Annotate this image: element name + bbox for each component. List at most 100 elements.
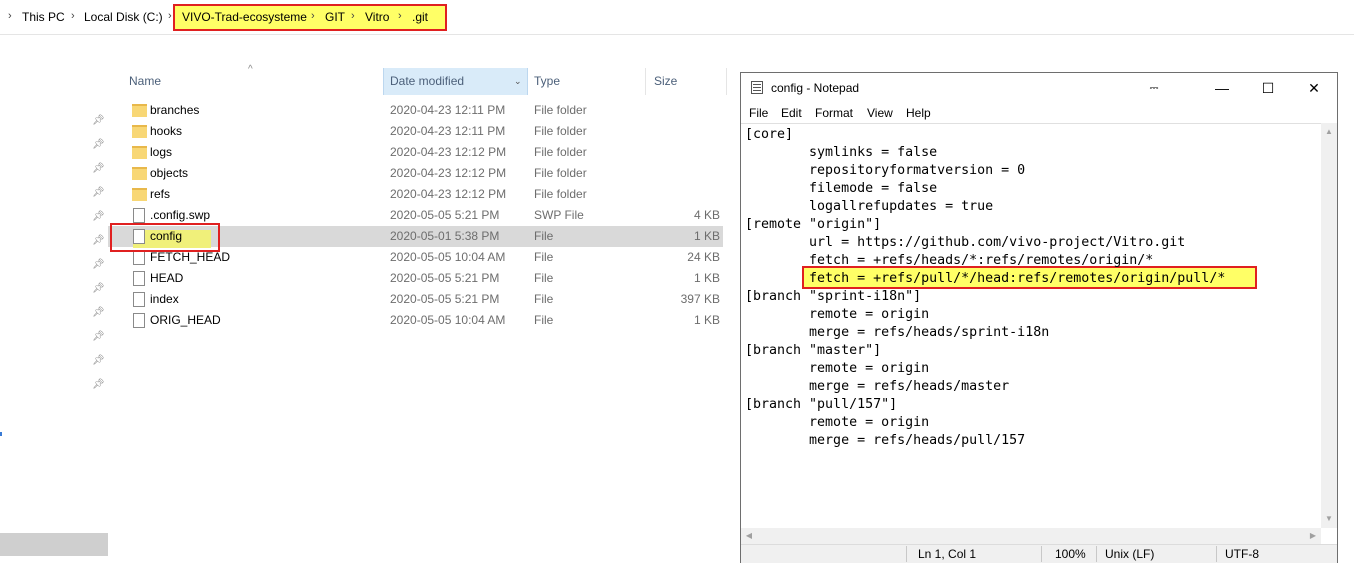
pin-icon[interactable]: 📌︎: [92, 331, 105, 343]
pin-icon[interactable]: 📌︎: [92, 379, 105, 391]
file-type: File folder: [534, 145, 587, 159]
file-row[interactable]: hooks 2020-04-23 12:11 PM File folder: [108, 121, 738, 142]
pin-icon[interactable]: 📌︎: [92, 307, 105, 319]
pin-icon[interactable]: 📌︎: [92, 259, 105, 271]
file-name: index: [150, 292, 179, 306]
nav-selected-item[interactable]: [0, 533, 108, 556]
file-row[interactable]: refs 2020-04-23 12:12 PM File folder: [108, 184, 738, 205]
menu-edit[interactable]: Edit: [781, 106, 802, 120]
file-name: branches: [150, 103, 200, 117]
pin-icon[interactable]: 📌︎: [92, 211, 105, 223]
column-header-date[interactable]: Date modified ⌄: [383, 68, 528, 95]
file-row[interactable]: objects 2020-04-23 12:12 PM File folder: [108, 163, 738, 184]
column-header-type[interactable]: Type: [534, 68, 644, 95]
file-name: .config.swp: [150, 208, 211, 222]
file-type: File folder: [534, 103, 587, 117]
menu-format[interactable]: Format: [815, 106, 853, 120]
pin-icon[interactable]: 📌︎: [92, 187, 105, 199]
breadcrumb-vivo-trad-ecosysteme[interactable]: VIVO-Trad-ecosysteme: [182, 10, 307, 24]
config-highlight-box: [110, 223, 220, 252]
notepad-statusbar: Ln 1, Col 1 100% Unix (LF) UTF-8: [741, 544, 1337, 563]
file-type: File: [534, 229, 554, 243]
file-size: 4 KB: [693, 208, 720, 222]
notepad-window[interactable]: config - Notepad ⎓ — ☐ ✕ File Edit Forma…: [740, 72, 1338, 563]
pin-icon[interactable]: 📌︎: [92, 235, 105, 247]
menu-help[interactable]: Help: [906, 106, 931, 120]
keyboard-layout-icon[interactable]: ⎓: [1131, 73, 1177, 103]
scroll-right-icon[interactable]: ▶: [1305, 529, 1321, 543]
column-header-size[interactable]: Size: [654, 68, 724, 95]
pin-icon[interactable]: 📌︎: [92, 163, 105, 175]
breadcrumb-git-folder[interactable]: .git: [412, 10, 428, 24]
status-divider: [1041, 546, 1042, 562]
folder-icon: [132, 125, 147, 138]
horizontal-scrollbar[interactable]: ◀ ▶: [741, 528, 1321, 544]
file-date: 2020-05-05 5:21 PM: [390, 292, 500, 306]
column-divider[interactable]: [645, 68, 646, 95]
breadcrumb-git[interactable]: GIT: [325, 10, 345, 24]
pin-icon[interactable]: 📌︎: [92, 283, 105, 295]
chevron-down-icon[interactable]: ⌄: [514, 68, 522, 95]
file-row[interactable]: HEAD 2020-05-05 5:21 PM File 1 KB: [108, 268, 738, 289]
notepad-titlebar[interactable]: config - Notepad ⎓ — ☐ ✕: [741, 73, 1337, 103]
menu-view[interactable]: View: [867, 106, 893, 120]
breadcrumb-vitro[interactable]: Vitro: [365, 10, 389, 24]
folder-icon: [132, 167, 147, 180]
notepad-text-content[interactable]: [core] symlinks = false repositoryformat…: [745, 126, 1225, 450]
file-row[interactable]: branches 2020-04-23 12:11 PM File folder: [108, 100, 738, 121]
close-button[interactable]: ✕: [1291, 73, 1337, 103]
column-header-name[interactable]: Name: [129, 68, 379, 95]
vertical-scrollbar[interactable]: ▲ ▼: [1321, 123, 1337, 528]
folder-icon: [132, 104, 147, 117]
minimize-button[interactable]: —: [1199, 73, 1245, 103]
nav-indicator: [0, 432, 2, 436]
pin-icon[interactable]: 📌︎: [92, 355, 105, 367]
chevron-right-icon[interactable]: ›: [351, 10, 355, 22]
pin-icon[interactable]: 📌︎: [92, 139, 105, 151]
file-size: 24 KB: [687, 250, 720, 264]
file-name: refs: [150, 187, 171, 201]
file-date: 2020-05-05 10:04 AM: [390, 313, 506, 327]
notepad-text-area[interactable]: [core] symlinks = false repositoryformat…: [741, 123, 1321, 529]
column-divider[interactable]: [726, 68, 727, 95]
status-zoom: 100%: [1055, 547, 1086, 561]
maximize-button[interactable]: ☐: [1245, 73, 1291, 103]
file-type: File: [534, 292, 554, 306]
chevron-right-icon[interactable]: ›: [168, 10, 172, 22]
file-date: 2020-04-23 12:12 PM: [390, 187, 507, 201]
navigation-pane[interactable]: 📌︎ 📌︎ 📌︎ 📌︎ 📌︎ 📌︎ 📌︎ 📌︎ 📌︎ 📌︎ 📌︎ 📌︎: [0, 68, 108, 563]
file-name: objects: [150, 166, 189, 180]
status-encoding: UTF-8: [1225, 547, 1259, 561]
file-row[interactable]: index 2020-05-05 5:21 PM File 397 KB: [108, 289, 738, 310]
file-date: 2020-04-23 12:12 PM: [390, 166, 507, 180]
address-bar[interactable]: › This PC › Local Disk (C:) › VIVO-Trad-…: [0, 0, 1354, 35]
scroll-up-icon[interactable]: ▲: [1321, 125, 1337, 139]
chevron-right-icon[interactable]: ›: [398, 10, 402, 22]
folder-icon: [132, 188, 147, 201]
chevron-right-icon[interactable]: ›: [8, 10, 12, 22]
file-type: File folder: [534, 166, 587, 180]
scroll-down-icon[interactable]: ▼: [1321, 512, 1337, 526]
file-name: ORIG_HEAD: [150, 313, 221, 327]
file-type: SWP File: [534, 208, 584, 222]
file-list[interactable]: ^ Name Date modified ⌄ Type Size branche…: [108, 64, 738, 563]
file-row[interactable]: logs 2020-04-23 12:12 PM File folder: [108, 142, 738, 163]
chevron-right-icon[interactable]: ›: [311, 10, 315, 22]
column-header-name-label: Name: [129, 74, 162, 88]
file-date: 2020-05-05 5:21 PM: [390, 208, 500, 222]
file-size: 1 KB: [693, 271, 720, 285]
breadcrumb-local-disk[interactable]: Local Disk (C:): [84, 10, 163, 24]
file-name: hooks: [150, 124, 183, 138]
file-size: 1 KB: [693, 313, 720, 327]
chevron-right-icon[interactable]: ›: [71, 10, 75, 22]
pin-icon[interactable]: 📌︎: [92, 115, 105, 127]
menu-file[interactable]: File: [749, 106, 768, 120]
file-type: File: [534, 250, 554, 264]
file-row[interactable]: ORIG_HEAD 2020-05-05 10:04 AM File 1 KB: [108, 310, 738, 331]
status-divider: [906, 546, 907, 562]
file-name: logs: [150, 145, 173, 159]
file-size: 397 KB: [680, 292, 720, 306]
scroll-left-icon[interactable]: ◀: [741, 529, 757, 543]
breadcrumb-this-pc[interactable]: This PC: [22, 10, 65, 24]
file-date: 2020-04-23 12:11 PM: [390, 103, 506, 117]
